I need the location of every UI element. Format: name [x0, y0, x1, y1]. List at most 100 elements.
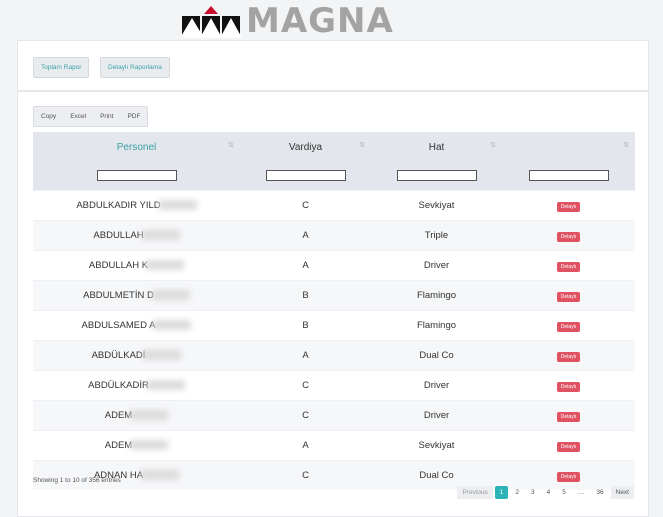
detail-button[interactable]: Detaylı: [556, 321, 581, 332]
action-cell: Detaylı: [502, 430, 635, 461]
column-label: Hat: [428, 141, 445, 153]
personel-name: ABDULKADIR YILD: [76, 200, 161, 211]
vardiya-cell: C: [240, 460, 371, 490]
table-row: ABDULKADIR YILD C Sevkiyat Detaylı: [33, 190, 635, 221]
table-info-text: Showing 1 to 10 of 356 entries: [33, 477, 121, 484]
vardiya-cell: C: [240, 370, 371, 401]
personel-cell: ABDULSAMED A: [33, 310, 240, 341]
page-button-2[interactable]: 2: [510, 486, 524, 499]
vardiya-cell: B: [240, 280, 371, 311]
vardiya-cell: C: [240, 190, 371, 221]
column-label: Vardiya: [288, 141, 323, 153]
table-row: ABDULMETİN D B Flamingo Detaylı: [33, 280, 635, 311]
excel-button[interactable]: Excel: [63, 107, 93, 126]
detail-button[interactable]: Detaylı: [556, 351, 581, 362]
detail-button[interactable]: Detaylı: [556, 261, 581, 272]
report-table-card: Copy Excel Print PDF Personel ⇅ Vardiya ⇅ …: [17, 91, 649, 517]
table-row: ADEM A Sevkiyat Detaylı: [33, 430, 635, 461]
column-header-vardiya[interactable]: Vardiya ⇅: [240, 132, 371, 162]
vardiya-cell: B: [240, 310, 371, 341]
page-button-36[interactable]: 36: [591, 486, 608, 499]
copy-button[interactable]: Copy: [34, 107, 63, 126]
column-label: Personel: [116, 141, 157, 153]
sort-icon: ⇅: [623, 142, 629, 149]
hat-cell: Triple: [371, 220, 502, 251]
vardiya-cell: A: [240, 220, 371, 251]
detail-button[interactable]: Detaylı: [556, 291, 581, 302]
column-header-hat[interactable]: Hat ⇅: [371, 132, 502, 162]
redacted-surname: [151, 290, 190, 301]
redacted-surname: [141, 470, 180, 481]
report-type-card: Toplam Rapor Detaylı Raporlama: [17, 40, 649, 91]
pagination: Previous 1 2 3 4 5 … 36 Next: [455, 486, 634, 499]
hat-cell: Dual Co: [371, 340, 502, 371]
previous-page-button[interactable]: Previous: [457, 486, 493, 499]
detail-button[interactable]: Detaylı: [556, 201, 581, 212]
action-cell: Detaylı: [502, 190, 635, 221]
table-row: ABDÜLKADİ A Dual Co Detaylı: [33, 340, 635, 371]
action-cell: Detaylı: [502, 340, 635, 371]
table-row: ABDULLAH K A Driver Detaylı: [33, 250, 635, 281]
action-cell: Detaylı: [502, 400, 635, 431]
redacted-surname: [143, 350, 182, 361]
personel-filter-input[interactable]: [96, 170, 177, 181]
action-cell: Detaylı: [502, 250, 635, 281]
column-header-personel[interactable]: Personel ⇅: [33, 132, 240, 162]
page-button-3[interactable]: 3: [526, 486, 540, 499]
personel-cell: ABDULMETİN D: [33, 280, 240, 311]
action-filter-input[interactable]: [528, 170, 609, 181]
detailed-report-button[interactable]: Detaylı Raporlama: [100, 57, 170, 78]
vardiya-filter-input[interactable]: [265, 170, 346, 181]
next-page-button[interactable]: Next: [610, 486, 634, 499]
sort-icon: ⇅: [228, 142, 234, 149]
personel-name: ABDULSAMED A: [81, 320, 156, 331]
page-button-4[interactable]: 4: [542, 486, 556, 499]
personel-cell: ABDÜLKADİ: [33, 340, 240, 371]
detail-button[interactable]: Detaylı: [556, 231, 581, 242]
action-cell: Detaylı: [502, 280, 635, 311]
redacted-surname: [146, 260, 185, 271]
personel-name: ADEM: [104, 410, 133, 421]
action-cell: Detaylı: [502, 370, 635, 401]
hat-cell: Driver: [371, 250, 502, 281]
redacted-surname: [153, 320, 192, 331]
action-cell: Detaylı: [502, 220, 635, 251]
vardiya-cell: A: [240, 430, 371, 461]
pdf-button[interactable]: PDF: [120, 107, 147, 126]
redacted-surname: [130, 410, 169, 421]
page-button-5[interactable]: 5: [557, 486, 571, 499]
action-cell: Detaylı: [502, 310, 635, 341]
magna-logo-icon: [180, 6, 242, 38]
detail-button[interactable]: Detaylı: [556, 381, 581, 392]
detail-button[interactable]: Detaylı: [556, 441, 581, 452]
redacted-surname: [146, 380, 185, 391]
print-button[interactable]: Print: [93, 107, 120, 126]
table-row: ABDULLAH A Triple Detaylı: [33, 220, 635, 251]
detail-button[interactable]: Detaylı: [556, 471, 581, 482]
table-row: ADEM C Driver Detaylı: [33, 400, 635, 431]
filter-cell: [502, 162, 635, 191]
personel-name: ABDÜLKADİR: [88, 380, 149, 391]
personel-cell: ABDÜLKADİR: [33, 370, 240, 401]
vardiya-cell: A: [240, 250, 371, 281]
personel-cell: ABDULLAH K: [33, 250, 240, 281]
table-row: ABDÜLKADİR C Driver Detaylı: [33, 370, 635, 401]
hat-filter-input[interactable]: [396, 170, 477, 181]
vardiya-cell: A: [240, 340, 371, 371]
summary-report-button[interactable]: Toplam Rapor: [33, 57, 90, 78]
personel-name: ABDÜLKADİ: [91, 350, 146, 361]
personel-cell: ADNAN HA: [33, 460, 240, 490]
personel-cell: ABDULLAH: [33, 220, 240, 251]
hat-cell: Sevkiyat: [371, 190, 502, 221]
column-header-action[interactable]: ⇅: [502, 132, 635, 162]
detail-button[interactable]: Detaylı: [556, 411, 581, 422]
redacted-surname: [141, 230, 180, 241]
personel-name: ADEM: [104, 440, 133, 451]
personel-cell: ABDULKADIR YILD: [33, 190, 240, 221]
personel-name: ABDULMETİN D: [83, 290, 154, 301]
personel-cell: ADEM: [33, 400, 240, 431]
personnel-table: Personel ⇅ Vardiya ⇅ Hat ⇅ ⇅ ABDULKADIR YIL…: [33, 132, 635, 490]
export-button-group: Copy Excel Print PDF: [33, 106, 149, 127]
page-button-1[interactable]: 1: [494, 486, 509, 499]
sort-icon: ⇅: [490, 142, 496, 149]
